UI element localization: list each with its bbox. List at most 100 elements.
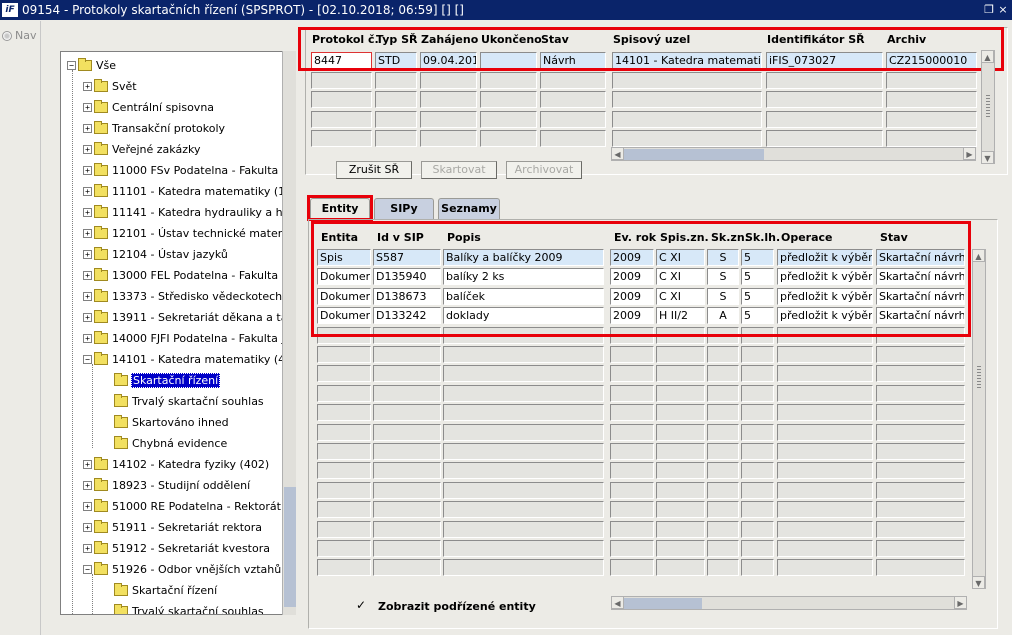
- empty-cell[interactable]: [656, 384, 705, 402]
- scroll-right-icon[interactable]: ▶: [963, 147, 976, 160]
- tree-item[interactable]: +11000 FSv Podatelna - Fakulta stav: [83, 161, 295, 179]
- scroll-left-icon[interactable]: ◀: [611, 596, 624, 609]
- entities-cell[interactable]: 5: [741, 249, 774, 266]
- tree-item[interactable]: +11101 - Katedra matematiky (101): [83, 182, 295, 200]
- empty-cell[interactable]: [741, 384, 774, 402]
- entities-cell[interactable]: D135940: [373, 268, 441, 286]
- empty-cell[interactable]: [373, 559, 441, 577]
- protocols-cell[interactable]: Návrh: [540, 52, 606, 69]
- empty-cell[interactable]: [777, 559, 873, 577]
- entities-cell[interactable]: C XI: [656, 287, 705, 305]
- empty-cell[interactable]: [612, 110, 762, 128]
- empty-cell[interactable]: [707, 384, 739, 402]
- entities-cell[interactable]: Skartační návrh: [876, 268, 965, 286]
- expand-icon[interactable]: +: [83, 522, 92, 532]
- empty-cell[interactable]: [741, 540, 774, 557]
- entities-cell[interactable]: C XI: [656, 249, 705, 266]
- empty-cell[interactable]: [707, 559, 739, 577]
- tree-item[interactable]: Skartováno ihned: [103, 413, 230, 431]
- empty-cell[interactable]: [656, 540, 705, 557]
- empty-cell[interactable]: [610, 481, 654, 499]
- empty-cell[interactable]: [876, 520, 965, 538]
- entities-cell[interactable]: 2009: [610, 307, 654, 325]
- empty-cell[interactable]: [707, 540, 739, 557]
- expand-icon[interactable]: +: [83, 501, 92, 511]
- empty-cell[interactable]: [443, 501, 604, 519]
- empty-cell[interactable]: [741, 404, 774, 422]
- empty-cell[interactable]: [610, 384, 654, 402]
- empty-cell[interactable]: [741, 423, 774, 441]
- empty-cell[interactable]: [373, 520, 441, 538]
- expand-icon[interactable]: +: [83, 165, 92, 175]
- expand-icon[interactable]: +: [83, 102, 92, 112]
- protocols-cell[interactable]: 8447: [311, 52, 372, 69]
- empty-cell[interactable]: [777, 540, 873, 557]
- empty-cell[interactable]: [373, 540, 441, 557]
- entities-cell[interactable]: balíky 2 ks: [443, 268, 604, 286]
- entities-vscroll[interactable]: ▲ ▼: [972, 249, 986, 589]
- empty-cell[interactable]: [317, 481, 371, 499]
- empty-cell[interactable]: [707, 501, 739, 519]
- entities-cell[interactable]: doklady: [443, 307, 604, 325]
- empty-cell[interactable]: [741, 365, 774, 383]
- empty-cell[interactable]: [656, 346, 705, 363]
- empty-cell[interactable]: [777, 346, 873, 363]
- entities-cell[interactable]: S: [707, 287, 739, 305]
- empty-cell[interactable]: [420, 91, 477, 108]
- empty-cell[interactable]: [766, 91, 883, 108]
- empty-cell[interactable]: [656, 462, 705, 480]
- empty-cell[interactable]: [656, 326, 705, 344]
- empty-cell[interactable]: [876, 423, 965, 441]
- protocols-cell[interactable]: 09.04.2018: [420, 52, 477, 69]
- empty-cell[interactable]: [317, 501, 371, 519]
- entities-cell[interactable]: Balíky a balíčky 2009: [443, 249, 604, 266]
- archive-button[interactable]: Archivovat: [506, 161, 582, 179]
- empty-cell[interactable]: [375, 71, 417, 89]
- scroll-right-icon[interactable]: ▶: [954, 596, 967, 609]
- empty-cell[interactable]: [707, 346, 739, 363]
- shred-button[interactable]: Skartovat: [421, 161, 497, 179]
- empty-cell[interactable]: [375, 110, 417, 128]
- entities-cell[interactable]: balíček: [443, 287, 604, 305]
- empty-cell[interactable]: [656, 481, 705, 499]
- empty-cell[interactable]: [610, 404, 654, 422]
- empty-cell[interactable]: [741, 481, 774, 499]
- empty-cell[interactable]: [317, 384, 371, 402]
- empty-cell[interactable]: [656, 365, 705, 383]
- entities-cell[interactable]: C XI: [656, 268, 705, 286]
- empty-cell[interactable]: [317, 404, 371, 422]
- empty-cell[interactable]: [741, 462, 774, 480]
- show-children-checkbox[interactable]: ✓: [356, 599, 368, 611]
- empty-cell[interactable]: [420, 71, 477, 89]
- entities-cell[interactable]: Dokument: [317, 307, 371, 325]
- entities-cell[interactable]: Dokument: [317, 268, 371, 286]
- collapse-icon[interactable]: −: [83, 564, 92, 574]
- tree-item[interactable]: +51912 - Sekretariát kvestora: [83, 539, 271, 557]
- tree-item[interactable]: Skartační řízení: [103, 371, 221, 389]
- scroll-grip[interactable]: [986, 95, 990, 119]
- empty-cell[interactable]: [707, 326, 739, 344]
- scroll-up-icon[interactable]: ▲: [972, 249, 985, 262]
- empty-cell[interactable]: [373, 501, 441, 519]
- tree-item[interactable]: +13911 - Sekretariát děkana a tajem: [83, 308, 295, 326]
- empty-cell[interactable]: [777, 462, 873, 480]
- empty-cell[interactable]: [656, 404, 705, 422]
- expand-icon[interactable]: +: [83, 207, 92, 217]
- empty-cell[interactable]: [610, 540, 654, 557]
- tree-item[interactable]: +18923 - Studijní oddělení: [83, 476, 251, 494]
- entities-cell[interactable]: Skartační návrh: [876, 307, 965, 325]
- cancel-sr-button[interactable]: Zrušit SŘ: [336, 161, 412, 179]
- empty-cell[interactable]: [886, 91, 977, 108]
- empty-cell[interactable]: [317, 365, 371, 383]
- empty-cell[interactable]: [610, 346, 654, 363]
- protocols-cell[interactable]: 14101 - Katedra matematiky (4: [612, 52, 762, 69]
- empty-cell[interactable]: [317, 326, 371, 344]
- empty-cell[interactable]: [610, 520, 654, 538]
- empty-cell[interactable]: [777, 443, 873, 460]
- empty-cell[interactable]: [373, 423, 441, 441]
- empty-cell[interactable]: [741, 501, 774, 519]
- collapse-icon[interactable]: −: [83, 354, 92, 364]
- empty-cell[interactable]: [373, 481, 441, 499]
- tree-item[interactable]: +51911 - Sekretariát rektora: [83, 518, 263, 536]
- tree-item[interactable]: +14102 - Katedra fyziky (402): [83, 455, 270, 473]
